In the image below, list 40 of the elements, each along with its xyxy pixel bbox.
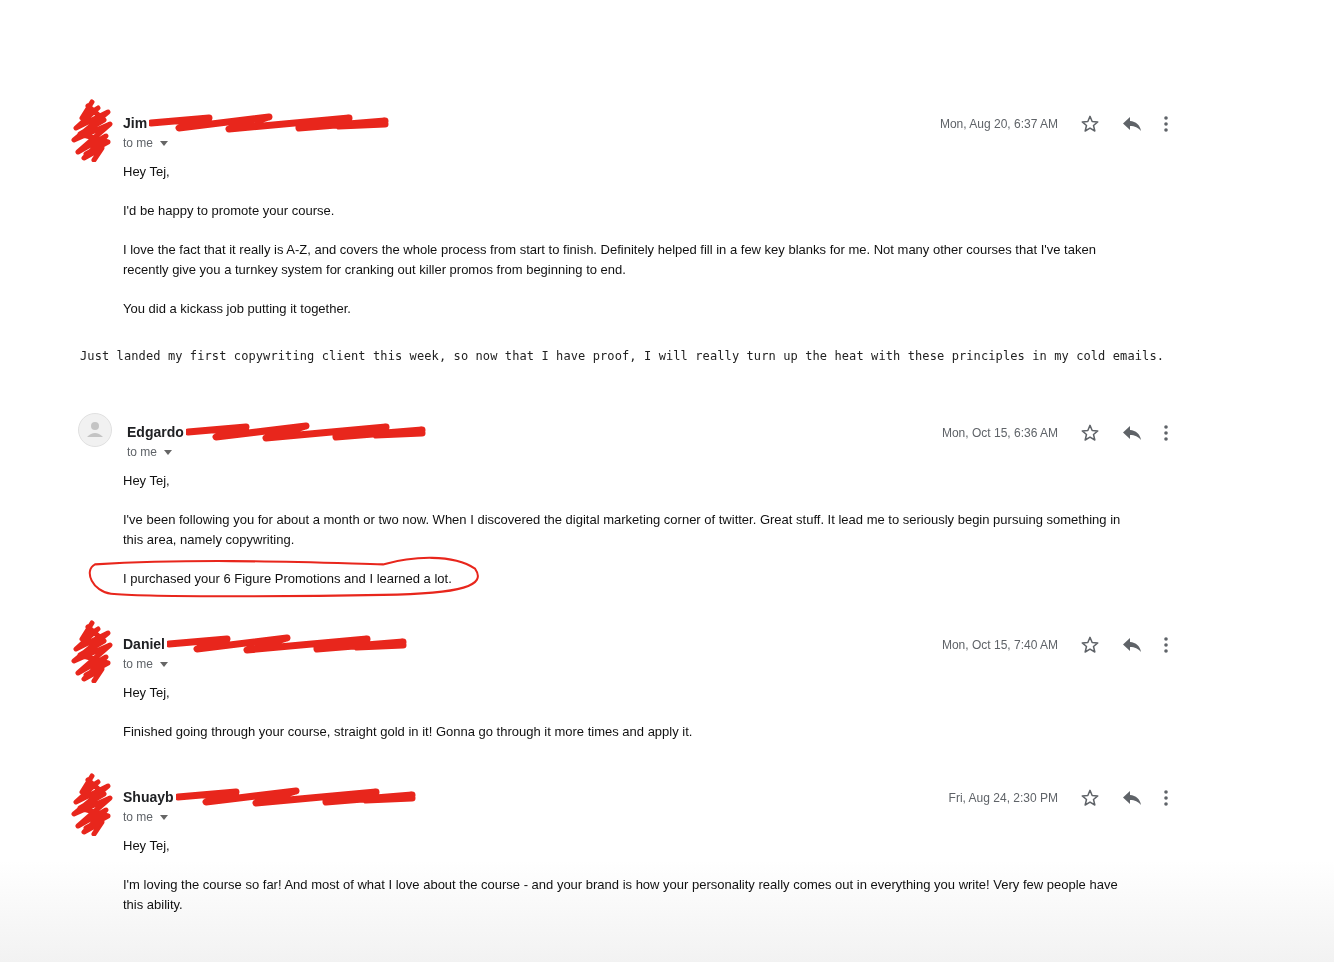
email-paragraph: I've been following you for about a month or two now. When I discovered the digital marketing corner of twitter. Great stuff. It lead me to seriously begin pursuing something in this area, namely copywriting. bbox=[123, 511, 1122, 549]
caret-icon bbox=[164, 449, 172, 455]
note-text: Just landed my first copywriting client this week, so now that I have proof, I will really turn up the heat with these principles in my cold emails. bbox=[80, 349, 1166, 363]
reply-icon[interactable] bbox=[1122, 790, 1142, 806]
email-paragraph: Hey Tej, bbox=[123, 684, 171, 702]
more-icon[interactable] bbox=[1164, 790, 1168, 806]
sender-name: Jim bbox=[123, 115, 148, 131]
recipient-dropdown[interactable]: to me bbox=[127, 445, 426, 459]
reply-icon[interactable] bbox=[1122, 637, 1142, 653]
email-paragraph: Finished going through your course, straight gold in it! Gonna go through it more times and apply it. bbox=[123, 723, 694, 741]
email-paragraph: I purchased your 6 Figure Promotions and I learned a lot. bbox=[123, 570, 453, 588]
star-icon[interactable] bbox=[1080, 788, 1100, 808]
recipient-dropdown[interactable]: to me bbox=[123, 657, 407, 671]
star-icon[interactable] bbox=[1080, 423, 1100, 443]
email-date: Mon, Oct 15, 7:40 AM bbox=[941, 638, 1058, 652]
email-paragraph: I love the fact that it really is A-Z, and covers the whole process from start to finish. Definitely helped fill in a few key blanks for me. Not many other courses that I've taken recently give you a turnkey system for cranking out killer promos from beginning to end. bbox=[123, 241, 1097, 279]
reply-icon[interactable] bbox=[1122, 425, 1142, 441]
email-date: Mon, Oct 15, 6:36 AM bbox=[941, 426, 1058, 440]
sender-name: Shuayb bbox=[123, 789, 174, 805]
sender-name: Edgardo bbox=[127, 424, 184, 440]
email-paragraph: I'd be happy to promote your course. bbox=[123, 202, 336, 220]
email-paragraph: Hey Tej, bbox=[123, 837, 171, 855]
more-icon[interactable] bbox=[1164, 116, 1168, 132]
caret-icon bbox=[160, 661, 168, 667]
caret-icon bbox=[160, 140, 168, 146]
more-icon[interactable] bbox=[1164, 425, 1168, 441]
email-paragraph: You did a kickass job putting it together. bbox=[123, 300, 352, 318]
email-date: Mon, Aug 20, 6:37 AM bbox=[939, 117, 1058, 131]
email-paragraph: Hey Tej, bbox=[123, 472, 171, 490]
caret-icon bbox=[160, 814, 168, 820]
more-icon[interactable] bbox=[1164, 637, 1168, 653]
star-icon[interactable] bbox=[1080, 114, 1100, 134]
star-icon[interactable] bbox=[1080, 635, 1100, 655]
email-date: Fri, Aug 24, 2:30 PM bbox=[948, 791, 1058, 805]
recipient-dropdown[interactable]: to me bbox=[123, 136, 390, 150]
sender-name: Daniel bbox=[123, 636, 165, 652]
email-paragraph: Hey Tej, bbox=[123, 163, 171, 181]
reply-icon[interactable] bbox=[1122, 116, 1142, 132]
recipient-dropdown[interactable]: to me bbox=[123, 810, 416, 824]
email-paragraph: I'm loving the course so far! And most of what I love about the course - and your brand is how your personality really comes out in everything you write! Very few people have this ability. bbox=[123, 876, 1119, 914]
